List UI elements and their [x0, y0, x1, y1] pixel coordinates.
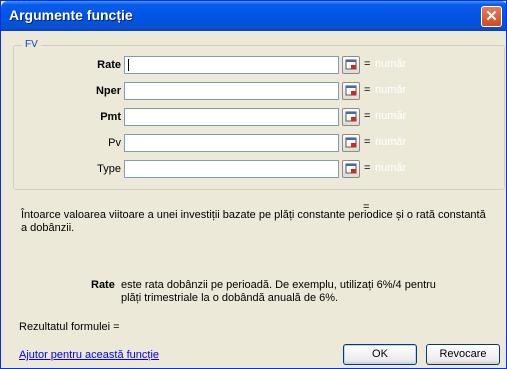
nper-input[interactable] [124, 82, 339, 100]
arg-row-pmt: Pmt = număr [14, 108, 504, 128]
collapse-dialog-icon [345, 85, 357, 96]
argument-help-name: Rate [91, 279, 115, 291]
cancel-button[interactable]: Revocare [426, 344, 500, 365]
function-description: Întoarce valoarea viitoare a unei invest… [21, 209, 486, 234]
pmt-result: număr [375, 110, 407, 122]
rate-equals: = [364, 58, 371, 70]
arg-label-pv: Pv [108, 137, 121, 149]
pv-input[interactable] [124, 134, 339, 152]
rate-collapse-button[interactable] [342, 56, 360, 74]
function-name-label: FV [22, 39, 41, 50]
formula-result: Rezultatul formulei = [19, 321, 120, 333]
nper-equals: = [364, 84, 371, 96]
rate-result: număr [375, 58, 407, 70]
collapse-dialog-icon [345, 163, 357, 174]
dialog-title: Argumente funcție [9, 7, 133, 23]
type-equals: = [364, 162, 371, 174]
pv-collapse-button[interactable] [342, 134, 360, 152]
nper-result: număr [375, 84, 407, 96]
help-link[interactable]: Ajutor pentru această funcție [19, 349, 159, 361]
pv-result: număr [375, 136, 407, 148]
pmt-input[interactable] [124, 108, 339, 126]
arg-label-pmt: Pmt [100, 111, 121, 123]
collapse-dialog-icon [345, 137, 357, 148]
ok-button[interactable]: OK [343, 344, 417, 365]
collapse-dialog-icon [345, 111, 357, 122]
pmt-equals: = [364, 110, 371, 122]
title-bar[interactable]: Argumente funcție ✕ [1, 1, 506, 31]
pmt-collapse-button[interactable] [342, 108, 360, 126]
type-result: număr [375, 162, 407, 174]
dialog-body: FV Rate = număr Nper = număr Pmt = număr… [4, 31, 505, 367]
dialog-window: Argumente funcție ✕ FV Rate = număr Nper [0, 0, 507, 369]
pv-equals: = [364, 136, 371, 148]
arg-label-nper: Nper [95, 85, 121, 97]
rate-input[interactable] [124, 56, 339, 74]
arg-row-type: Type = număr [14, 160, 504, 180]
arg-row-rate: Rate = număr [14, 56, 504, 76]
arg-label-type: Type [97, 163, 121, 175]
close-icon: ✕ [485, 8, 498, 25]
argument-help-text: este rata dobânzii pe perioadă. De exemp… [121, 279, 436, 304]
close-button[interactable]: ✕ [481, 6, 502, 27]
arguments-group: FV Rate = număr Nper = număr Pmt = număr… [13, 39, 505, 190]
arg-row-pv: Pv = număr [14, 134, 504, 154]
type-input[interactable] [124, 160, 339, 178]
arg-label-rate: Rate [97, 59, 121, 71]
arg-row-nper: Nper = număr [14, 82, 504, 102]
type-collapse-button[interactable] [342, 160, 360, 178]
nper-collapse-button[interactable] [342, 82, 360, 100]
collapse-dialog-icon [345, 59, 357, 70]
